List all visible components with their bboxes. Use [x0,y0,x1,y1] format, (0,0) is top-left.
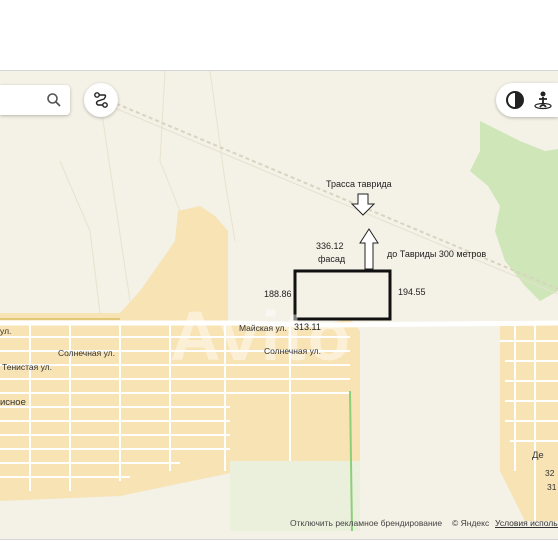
street-label-ul: ул. [0,326,12,336]
edge-label-31: 31 [547,482,557,492]
route-button[interactable] [84,83,118,117]
copyright-label: © Яндекс [452,518,490,528]
route-icon [94,92,108,108]
edge-label-32: 32 [545,468,555,478]
plot-right-side: 194.55 [398,287,426,297]
facade-word: фасад [318,254,346,264]
street-label-mayskaya: Майская ул. [239,323,287,333]
street-label-solnechnaya-right: Солнечная ул. [264,346,321,356]
distance-label: до Тавриды 300 метров [387,249,487,259]
map-controls [496,83,558,117]
facade-value: 336.12 [316,241,344,251]
street-label-tenistaya: Тенистая ул. [2,362,53,372]
highway-label: Трасса таврида [326,179,392,189]
panorama-icon[interactable] [532,89,554,111]
plot-bottom-side: 313.11 [294,322,321,332]
map-view[interactable]: Avito [0,70,558,540]
plot-left-side: 188.86 [264,289,292,299]
street-label-solnechnaya-left: Солнечная ул. [58,348,115,358]
layers-icon[interactable] [504,89,526,111]
terms-link[interactable]: Условия использ [495,518,558,528]
search-input[interactable] [0,85,70,115]
village-label: исное [0,397,26,408]
ad-branding-link[interactable]: Отключить рекламное брендирование [290,518,442,528]
watermark: Avito [170,297,353,375]
search-icon[interactable] [46,92,62,108]
edge-label-de: Де [532,450,544,461]
